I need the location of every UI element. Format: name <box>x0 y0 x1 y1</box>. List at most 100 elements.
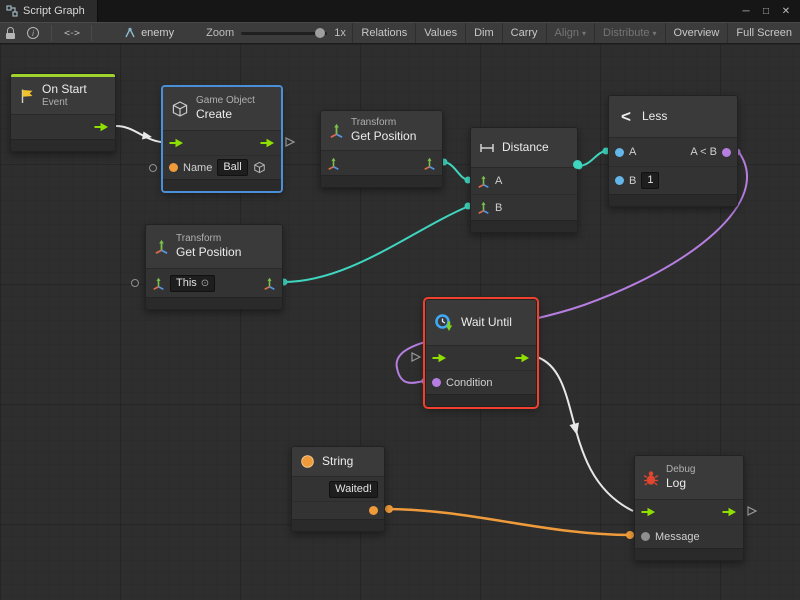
node-on-start-event[interactable]: On Start Event <box>10 73 116 152</box>
node-wait-until[interactable]: Wait Until Condition <box>425 299 537 407</box>
less-icon: < <box>617 107 635 127</box>
fit-icon[interactable]: <-> <box>58 28 85 39</box>
dim-button[interactable]: Dim <box>465 23 502 43</box>
node-create-gameobject[interactable]: Game Object Create Name Ball <box>162 86 282 192</box>
node-get-position-top[interactable]: Transform Get Position <box>320 110 443 188</box>
node-string-literal[interactable]: String Waited! <box>291 446 385 532</box>
string-input-port[interactable] <box>169 163 178 172</box>
transform-input-port[interactable] <box>152 277 165 290</box>
zoom-control: Zoom 1x <box>206 27 346 39</box>
maximize-button[interactable]: □ <box>756 2 776 20</box>
tab-script-graph[interactable]: Script Graph <box>0 0 98 22</box>
flow-input-port[interactable] <box>169 138 184 148</box>
object-picker-icon[interactable]: ⊙ <box>201 277 209 290</box>
wire-string-log[interactable] <box>385 509 631 535</box>
zoom-slider-handle[interactable] <box>315 28 325 38</box>
transform-input-port[interactable] <box>327 157 340 170</box>
message-input-port[interactable] <box>641 532 650 541</box>
wire-getposition-distance-b[interactable] <box>283 206 469 282</box>
chevron-down-icon: ▾ <box>653 29 657 38</box>
name-value-field[interactable]: Ball <box>217 159 247 176</box>
string-output-port[interactable] <box>369 506 378 515</box>
unconnected-value-port[interactable] <box>131 279 139 287</box>
flow-output-port[interactable] <box>515 353 530 363</box>
node-footer <box>163 179 281 191</box>
flow-output-port[interactable] <box>260 138 275 148</box>
node-footer <box>426 394 536 406</box>
cube-icon <box>171 100 189 118</box>
port-label: A <box>629 146 636 158</box>
flow-output-port[interactable] <box>94 122 109 132</box>
node-title: Get Position <box>351 129 416 144</box>
unconnected-flow-triangle[interactable] <box>748 507 756 515</box>
port-label: Name <box>183 162 212 174</box>
node-category: Game Object <box>196 95 255 107</box>
node-less[interactable]: < Less A A < B B 1 <box>608 95 738 207</box>
align-dropdown[interactable]: Align ▾ <box>546 23 594 43</box>
flow-output-port[interactable] <box>722 507 737 517</box>
string-value-field[interactable]: Waited! <box>329 481 378 498</box>
wire-wait-log[interactable] <box>537 357 633 511</box>
node-category: Transform <box>176 233 241 245</box>
value-input-port[interactable] <box>615 176 624 185</box>
node-footer <box>11 139 115 151</box>
node-title: String <box>322 454 353 469</box>
target-field[interactable]: This ⊙ <box>170 275 215 292</box>
info-icon[interactable]: i <box>21 27 45 39</box>
graph-breadcrumb[interactable]: enemy <box>124 27 174 39</box>
node-title: Create <box>196 107 255 122</box>
wire-getposition-distance-a[interactable] <box>443 162 469 180</box>
flow-input-port[interactable] <box>641 507 656 517</box>
node-title: On Start <box>42 82 87 97</box>
node-distance[interactable]: Distance A B <box>470 127 578 233</box>
toolbar-divider <box>91 25 92 41</box>
vector-input-port[interactable] <box>477 201 490 214</box>
zoom-slider[interactable] <box>241 32 327 35</box>
vector-input-port[interactable] <box>477 175 490 188</box>
condition-input-port[interactable] <box>432 378 441 387</box>
window-controls: ─ □ ✕ <box>736 0 800 22</box>
bool-output-port[interactable] <box>722 148 731 157</box>
fullscreen-button[interactable]: Full Screen <box>727 23 800 43</box>
node-footer <box>635 548 743 560</box>
chevron-down-icon: ▾ <box>582 29 586 38</box>
overview-button[interactable]: Overview <box>665 23 728 43</box>
wait-clock-icon <box>434 313 454 333</box>
node-debug-log[interactable]: Debug Log Message <box>634 455 744 561</box>
port-label: Message <box>655 531 700 543</box>
flow-input-port[interactable] <box>432 353 447 363</box>
transform-axes-icon <box>154 239 169 254</box>
graph-canvas[interactable]: On Start Event Game Object Create <box>0 44 800 600</box>
lock-icon[interactable] <box>0 27 21 39</box>
values-button[interactable]: Values <box>415 23 465 43</box>
node-footer <box>471 220 577 232</box>
vector-output-port[interactable] <box>423 157 436 170</box>
relations-button[interactable]: Relations <box>352 23 415 43</box>
value-input-port[interactable] <box>615 148 624 157</box>
node-footer <box>321 175 442 187</box>
node-title: Get Position <box>176 245 241 260</box>
minimize-button[interactable]: ─ <box>736 2 756 20</box>
distance-ruler-icon <box>479 141 495 155</box>
title-bar: Script Graph ─ □ ✕ <box>0 0 800 22</box>
vector-output-port[interactable] <box>263 277 276 290</box>
unconnected-value-port[interactable] <box>149 164 157 172</box>
close-button[interactable]: ✕ <box>776 2 796 20</box>
distribute-dropdown[interactable]: Distribute ▾ <box>594 23 664 43</box>
wire-distance-less[interactable] <box>578 151 607 166</box>
tab-title: Script Graph <box>23 5 85 17</box>
unconnected-flow-triangle[interactable] <box>286 138 294 146</box>
value-output-port[interactable] <box>573 160 582 169</box>
unconnected-flow-triangle[interactable] <box>412 353 420 361</box>
node-title: Distance <box>502 140 549 155</box>
node-get-position-bottom[interactable]: Transform Get Position This ⊙ <box>145 224 283 310</box>
bug-icon <box>643 470 659 486</box>
node-title: Less <box>642 109 667 124</box>
b-value-field[interactable]: 1 <box>641 172 659 189</box>
port-label: A <box>495 175 502 187</box>
node-subtitle: Event <box>42 97 87 109</box>
carry-button[interactable]: Carry <box>502 23 546 43</box>
node-title: Wait Until <box>461 315 512 330</box>
port-label: B <box>629 175 636 187</box>
wire-onstart-create[interactable] <box>116 126 161 142</box>
